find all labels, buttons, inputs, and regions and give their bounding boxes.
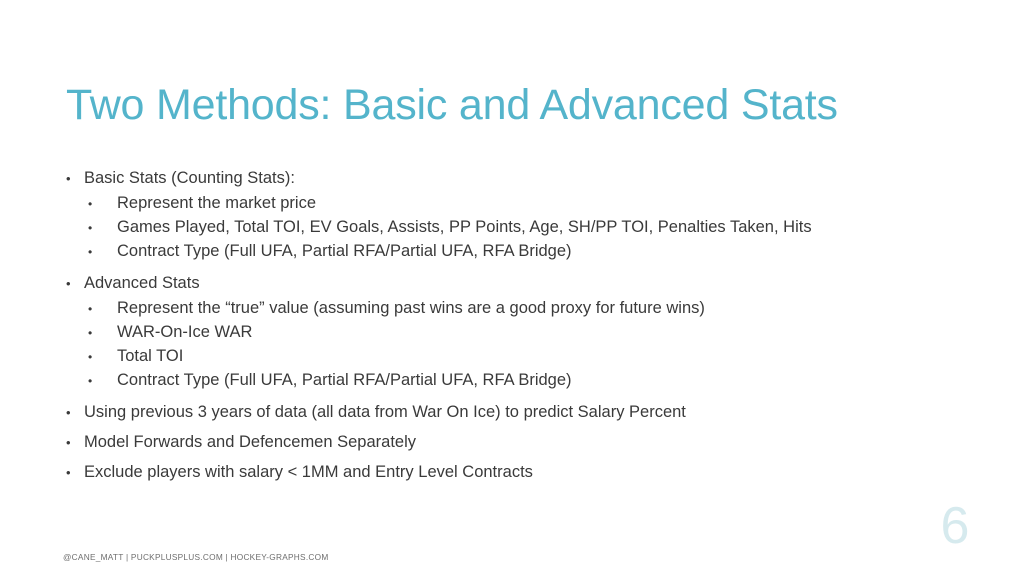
list-item-label: Model Forwards and Defencemen Separately — [84, 433, 417, 451]
list-item: • Represent the market price — [62, 192, 952, 216]
list-item: • Represent the “true” value (assuming pa… — [62, 297, 952, 321]
bullet-point-icon: • — [66, 171, 71, 186]
list-item-label: Using previous 3 years of data (all data… — [84, 403, 686, 421]
list-item: • Games Played, Total TOI, EV Goals, Assi… — [62, 216, 952, 240]
list-item-label: Represent the “true” value (assuming pas… — [117, 299, 705, 317]
bullet-point-icon: • — [88, 326, 93, 340]
bullet-point-icon: • — [66, 435, 71, 450]
list-item-label: Advanced Stats — [84, 274, 200, 292]
bullet-point-icon: • — [88, 221, 93, 235]
list-item: • Model Forwards and Defencemen Separatel… — [62, 429, 952, 456]
bullet-point-icon: • — [66, 465, 71, 480]
list-item: • Using previous 3 years of data (all dat… — [62, 399, 952, 426]
list-item: • WAR-On-Ice WAR — [62, 321, 952, 345]
list-item-label: Exclude players with salary < 1MM and En… — [84, 463, 533, 481]
footer-credit: @CANE_MATT | PUCKPLUSPLUS.COM | HOCKEY-G… — [63, 552, 329, 562]
bullet-point-icon: • — [88, 245, 93, 259]
slide-body-list: • Basic Stats (Counting Stats): • Represent… — [62, 165, 952, 486]
list-item-label: Contract Type (Full UFA, Partial RFA/Par… — [117, 371, 572, 389]
bullet-point-icon: • — [66, 405, 71, 420]
bullet-point-icon: • — [88, 350, 93, 364]
list-item-label: Total TOI — [117, 347, 184, 365]
page-title: Two Methods: Basic and Advanced Stats — [66, 81, 838, 129]
list-item: • Contract Type (Full UFA, Partial RFA/Pa… — [62, 240, 952, 264]
slide-page-number: 6 — [940, 497, 970, 555]
list-item-label: Basic Stats (Counting Stats): — [84, 169, 295, 187]
slide-canvas: Two Methods: Basic and Advanced Stats • B… — [0, 0, 1024, 576]
bullet-point-icon: • — [88, 374, 93, 388]
list-item: • Exclude players with salary < 1MM and E… — [62, 459, 952, 486]
list-item: • Basic Stats (Counting Stats): — [62, 165, 952, 192]
list-item-label: Contract Type (Full UFA, Partial RFA/Par… — [117, 242, 572, 260]
bullet-point-icon: • — [88, 302, 93, 316]
bullet-point-icon: • — [88, 197, 93, 211]
list-item-label: Games Played, Total TOI, EV Goals, Assis… — [117, 218, 812, 236]
list-item-label: Represent the market price — [117, 194, 317, 212]
list-item-label: WAR-On-Ice WAR — [117, 323, 253, 341]
bullet-point-icon: • — [66, 276, 71, 291]
list-item: • Advanced Stats — [62, 270, 952, 297]
list-item: • Contract Type (Full UFA, Partial RFA/Pa… — [62, 369, 952, 393]
list-item: • Total TOI — [62, 345, 952, 369]
